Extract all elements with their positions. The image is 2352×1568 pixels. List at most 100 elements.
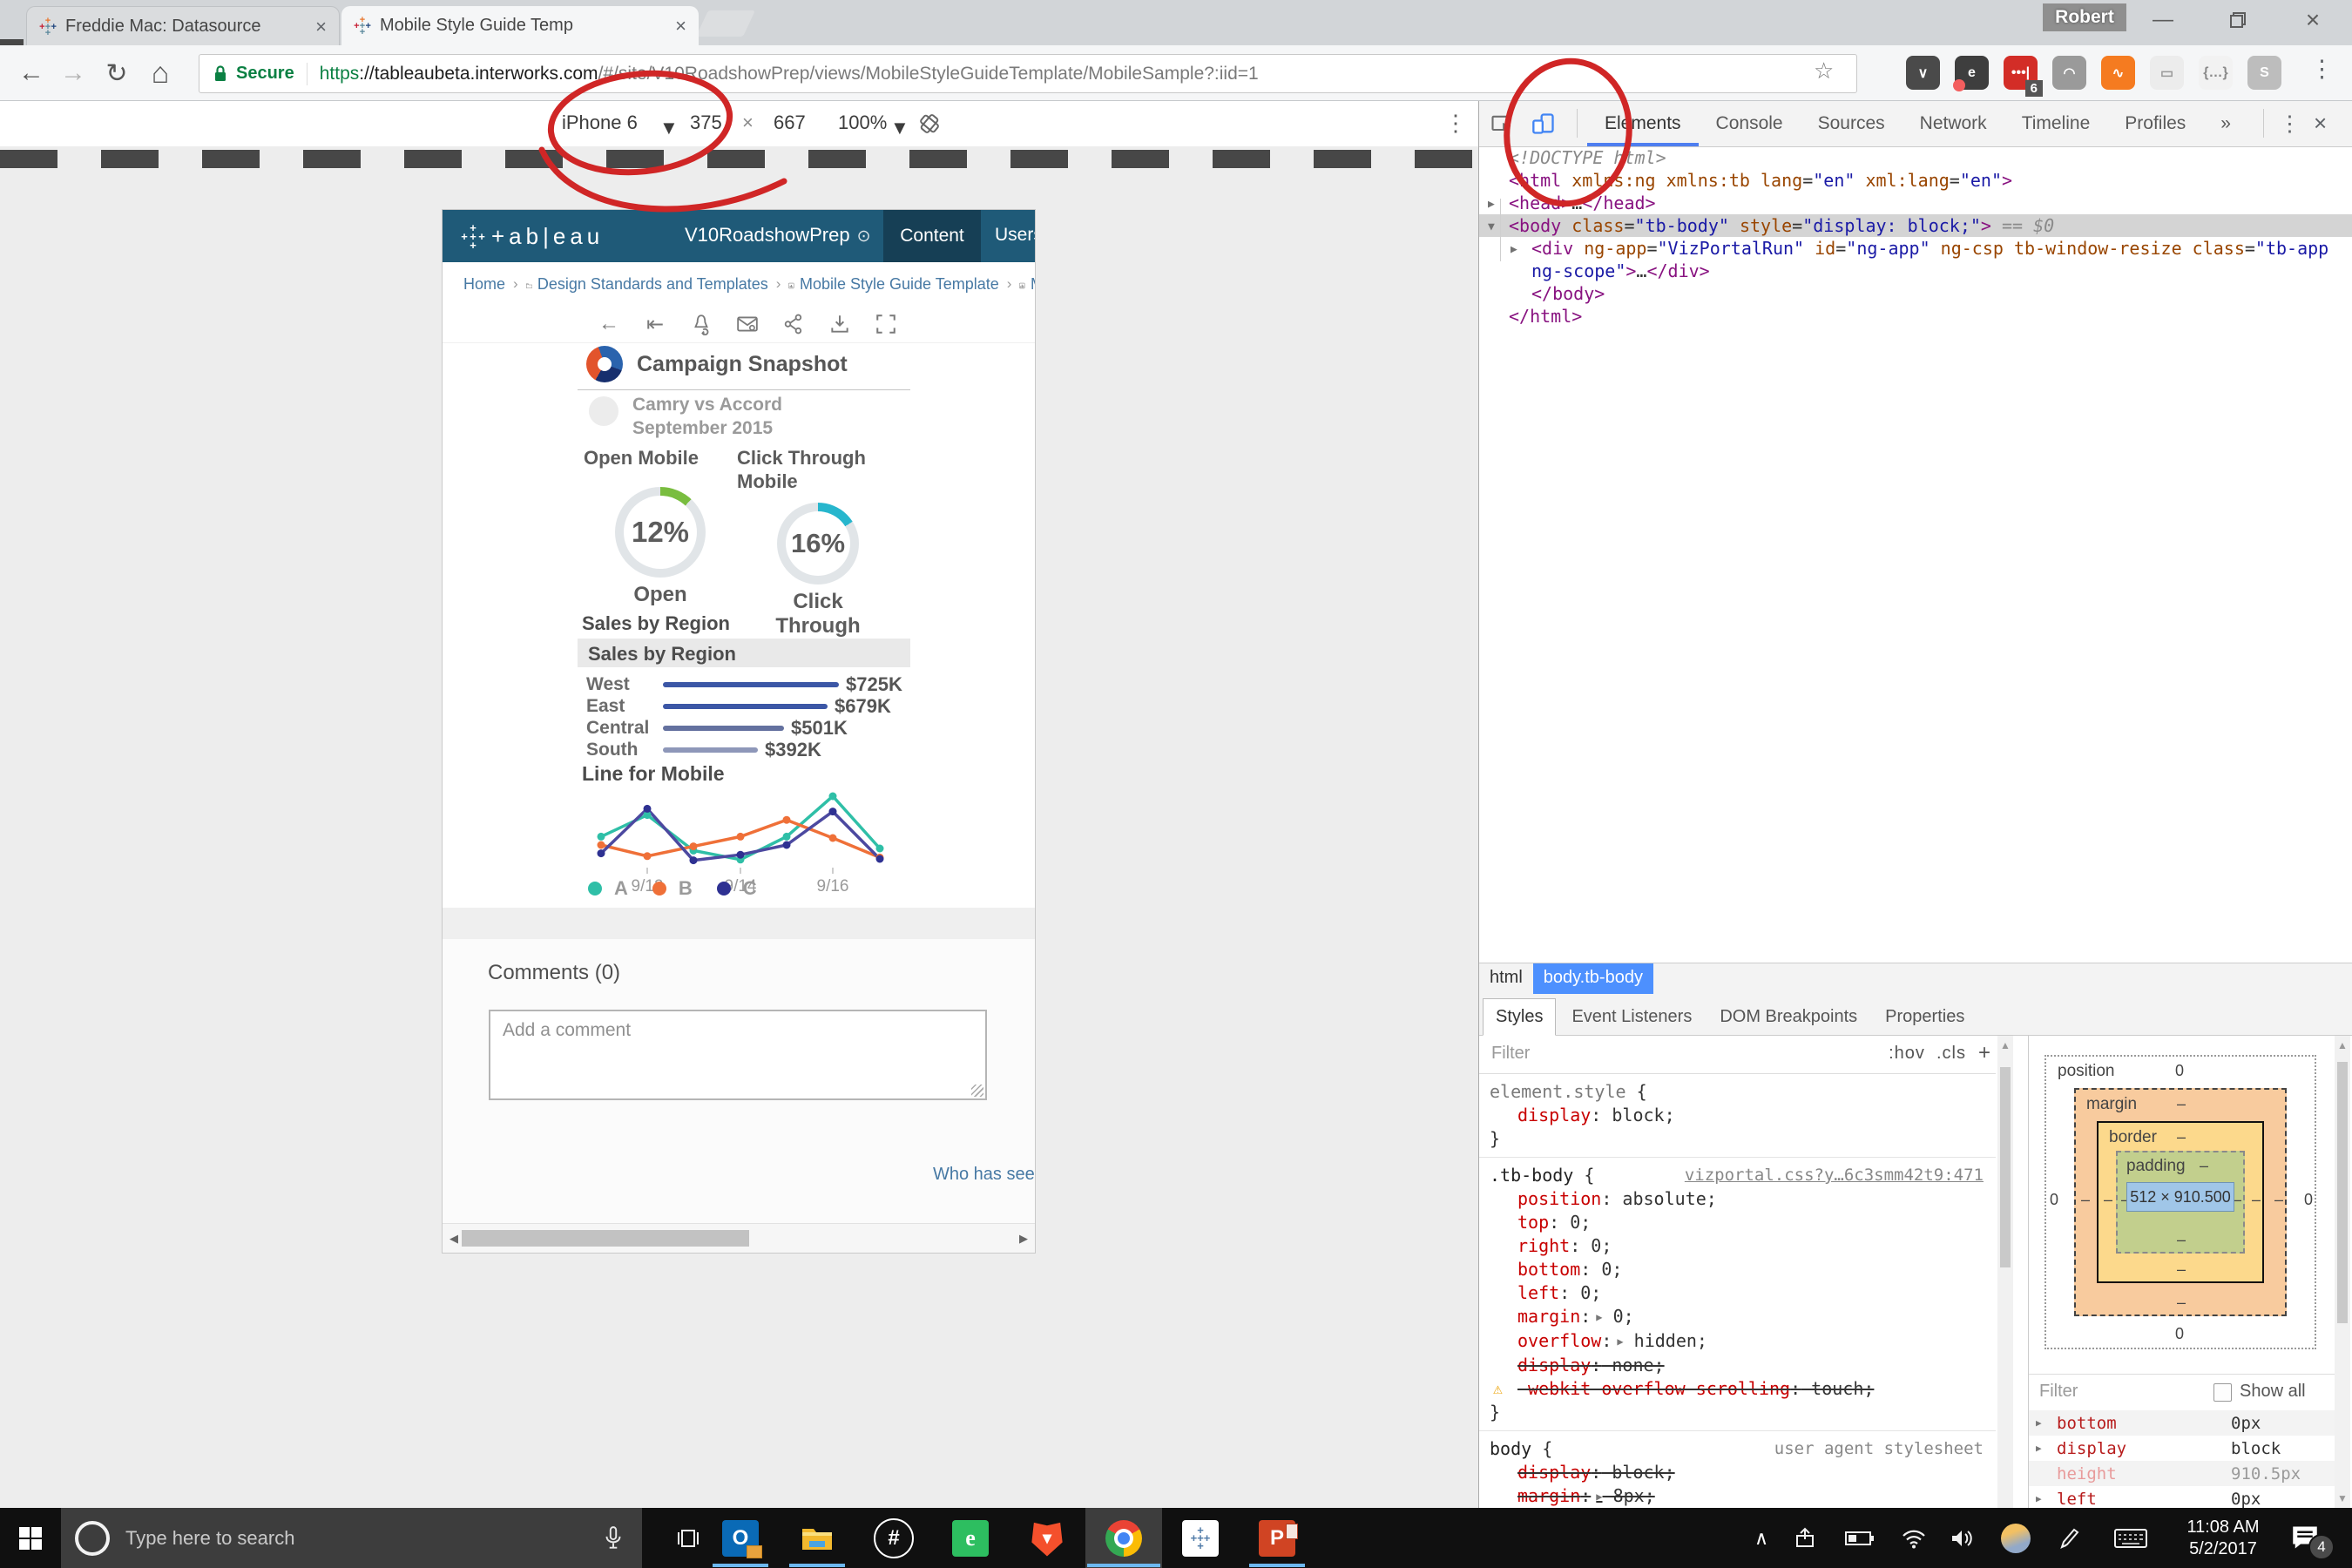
close-icon[interactable]: × [675,15,686,37]
devtools-crumb[interactable]: html [1479,963,1533,995]
devtools-tab-elements[interactable]: Elements [1587,100,1699,146]
sidebar-tab-properties[interactable]: Properties [1873,999,1977,1035]
css-property[interactable]: margin:▶ 0; [1490,1305,1985,1329]
window-minimize-button[interactable]: — [2141,5,2185,35]
volume-icon[interactable] [1943,1508,1983,1568]
devtools-close-icon[interactable]: × [2314,110,2327,137]
breadcrumb-view-link[interactable]: Mo [1031,275,1035,294]
profile-badge[interactable]: Robert [2043,3,2126,31]
device-toolbar-toggle-icon[interactable] [1528,109,1559,139]
analytics-extension-icon[interactable]: ∿ [2101,56,2135,90]
site-selector[interactable]: V10RoadshowPrep⊙ [685,224,871,247]
css-property[interactable]: ⚠-webkit-overflow-scrolling: touch; [1490,1377,1985,1401]
evernote-icon[interactable]: e [932,1508,1009,1568]
bar-row[interactable]: East$679K [586,695,910,717]
scrollbar-thumb[interactable] [462,1230,749,1247]
share-tray-icon[interactable] [1786,1508,1824,1568]
breadcrumb-home-link[interactable]: Home [463,275,505,294]
action-center-icon[interactable]: 4 [2288,1520,2329,1557]
css-property[interactable]: bottom: 0; [1490,1258,1985,1281]
code-braces-extension-icon[interactable]: {…} [2199,56,2233,90]
browser-tab-mobile-style-guide[interactable]: + +++ + Mobile Style Guide Temp × [341,6,699,45]
css-property[interactable]: position: absolute; [1490,1187,1985,1211]
microphone-icon[interactable] [602,1525,625,1551]
devtools-tab-console[interactable]: Console [1699,100,1801,146]
rotate-device-icon[interactable] [916,111,943,141]
brave-icon[interactable]: ▾ [1009,1508,1085,1568]
devtools-crumb[interactable]: body.tb-body [1533,963,1653,995]
sidebar-tab-eventlisteners[interactable]: Event Listeners [1559,999,1704,1035]
css-property[interactable]: right: 0; [1490,1234,1985,1258]
extension-box-extension-icon[interactable]: ▭ [2150,56,2184,90]
touch-keyboard-icon[interactable] [2108,1508,2153,1568]
css-property[interactable]: margin:▶ 8px; [1490,1484,1985,1508]
devtools-tab-network[interactable]: Network [1903,100,2004,146]
forward-icon[interactable]: → [54,54,92,92]
dom-tree-line[interactable]: ▶<div ng-app="VizPortalRun" id="ng-app" … [1479,237,2352,260]
styles-filter-input[interactable]: Filter [1491,1044,1530,1064]
css-property[interactable]: overflow:▶ hidden; [1490,1329,1985,1354]
computed-property-row[interactable]: ▶left0px [2029,1486,2335,1508]
browser-tab-freddie-mac[interactable]: + +++ + Freddie Mac: Datasource × [26,6,340,46]
ghostery-extension-icon[interactable]: ◠ [2052,56,2086,90]
stylesheet-link[interactable]: vizportal.css?y…6c3smm42t9:471 [1685,1164,1984,1187]
outlook-app-icon[interactable]: O [702,1508,779,1568]
tableau-app-icon[interactable]: +++++ [1162,1508,1239,1568]
taskbar-clock[interactable]: 11:08 AM 5/2/2017 [2171,1517,2275,1560]
viewport-height-field[interactable]: 667 [774,112,806,134]
home-icon[interactable]: ⌂ [141,54,179,92]
devtools-tab-sources[interactable]: Sources [1801,100,1903,146]
pocket-extension-icon[interactable]: ∨ [1906,56,1940,90]
download-icon[interactable] [827,312,853,336]
box-model-diagram[interactable]: position 0 0 0 0 margin – – – – border –… [2029,1036,2335,1367]
skype-extension-icon[interactable]: S [2247,56,2281,90]
bar-row[interactable]: Central$501K [586,717,910,739]
browser-menu-icon[interactable]: ⋮ [2310,56,2334,83]
dom-tree-line[interactable]: <html xmlns:ng xmlns:tb lang="en" xml:la… [1479,169,2352,192]
new-tab-button[interactable] [696,10,755,37]
battery-icon[interactable] [1840,1508,1880,1568]
css-property[interactable]: display: none; [1490,1354,1985,1377]
scroll-down-icon[interactable]: ▼ [2337,1492,2348,1504]
scroll-right-icon[interactable]: ▶ [1019,1232,1028,1246]
hash-app-icon[interactable]: # [855,1508,932,1568]
refresh-icon[interactable]: ↻ [98,54,136,92]
bookmark-star-icon[interactable]: ☆ [1814,57,1834,84]
scroll-up-icon[interactable]: ▲ [2000,1039,2011,1051]
scroll-left-icon[interactable]: ◀ [449,1232,458,1246]
emulation-menu-icon[interactable]: ⋮ [1444,110,1467,137]
lastpass-extension-icon[interactable]: •••|6 [2004,56,2038,90]
subscribe-icon[interactable] [734,312,760,336]
start-button[interactable] [0,1508,61,1568]
chevron-down-icon[interactable]: ▼ [659,117,679,139]
dom-tree-line[interactable]: ▼<body class="tb-body" style="display: b… [1479,214,2352,237]
devtools-tab-profiles[interactable]: Profiles [2107,100,2203,146]
new-style-rule-button[interactable]: + [1978,1041,1990,1065]
open-rate-donut[interactable]: 12% [615,487,706,578]
sidebar-tab-styles[interactable]: Styles [1483,998,1556,1036]
file-explorer-icon[interactable] [779,1508,855,1568]
devtools-menu-icon[interactable]: ⋮ [2279,111,2301,137]
chrome-icon[interactable] [1085,1508,1162,1568]
scroll-up-icon[interactable]: ▲ [2337,1039,2348,1051]
chevron-down-icon[interactable]: ▼ [890,117,909,139]
show-all-checkbox[interactable] [2213,1383,2232,1402]
css-rule[interactable]: element.style {display: block;} [1479,1074,1996,1158]
windows-ink-pen-icon[interactable] [2049,1508,2089,1568]
css-rule[interactable]: body {user agent stylesheetdisplay: bloc… [1479,1431,1996,1508]
dom-tree-line[interactable]: <!DOCTYPE html> [1479,146,2352,169]
viewport-width-field[interactable]: 375 [690,112,722,134]
taskbar-search[interactable]: Type here to search [61,1508,642,1568]
close-icon[interactable]: × [315,16,327,38]
hov-cls-toggles[interactable]: :hov .cls [1889,1044,1966,1064]
device-select[interactable]: iPhone 6 [562,112,638,134]
evernote-extension-icon[interactable]: e [1955,56,1989,90]
clickthrough-donut[interactable]: 16% [777,503,859,585]
sidebar-tab-dombreakpoints[interactable]: DOM Breakpoints [1707,999,1869,1035]
scrollbar-thumb[interactable] [2000,1067,2011,1267]
resize-handle[interactable] [971,1085,983,1097]
address-bar[interactable]: Secure https ://tableaubeta.interworks.c… [199,54,1857,93]
horizontal-scrollbar[interactable]: ◀ ▶ [443,1223,1035,1253]
css-property[interactable]: left: 0; [1490,1281,1985,1305]
dom-tree-line[interactable]: </html> [1479,305,2352,328]
